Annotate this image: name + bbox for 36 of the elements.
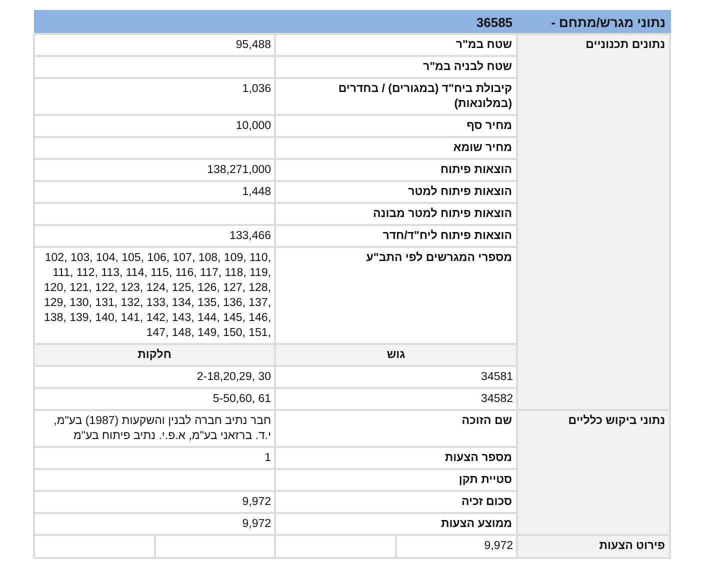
field-label: סכום זכיה (275, 491, 518, 513)
field-value: 9,972 (34, 513, 276, 535)
field-value: חבר נתיב חברה לבנין והשקעות (1987) בע"מ, י.ד. ברזאני בע"מ, א.פ.י. נתיב פיתוח בע"מ (34, 410, 276, 447)
field-label: ממוצע הצעות (275, 513, 518, 535)
column-header: גוש (275, 344, 518, 366)
field-value: 1,036 (34, 78, 276, 115)
column-header: חלקות (34, 344, 276, 366)
field-value: 133,466 (34, 225, 276, 247)
field-label: הוצאות פיתוח (275, 159, 518, 181)
field-label: שטח לבניה במ"ר (275, 56, 518, 78)
field-value: 1 (34, 447, 276, 469)
field-label: מספר הצעות (275, 447, 518, 469)
field-value: 1,448 (34, 181, 276, 203)
field-label: הוצאות פיתוח למטר מבונה (275, 203, 518, 225)
field-label: מחיר סף (275, 115, 518, 137)
table-cell: 9,972 (396, 535, 518, 558)
table-cell: 34582 (275, 388, 518, 410)
field-label: שטח במ"ר (275, 34, 518, 56)
header-title: נתוני מגרש/מתחם - (517, 10, 670, 34)
field-label: סטיית תקן (275, 469, 518, 491)
header-number: 36585 (34, 10, 518, 34)
table-cell: 34581 (275, 366, 518, 388)
field-label: שם הזוכה (275, 410, 518, 447)
field-label: קיבולת ביח"ד (במגורים) / בחדרים (במלונאות) (275, 78, 518, 115)
section-title: פירוט הצעות (517, 535, 670, 558)
section-title: נתוני ביקוש כלליים (517, 410, 670, 535)
field-value: 95,488 (34, 34, 276, 56)
table-cell: 5-50,60, 61 (34, 388, 276, 410)
field-value: 10,000 (34, 115, 276, 137)
field-label: הוצאות פיתוח ליח"ד/חדר (275, 225, 518, 247)
field-value: 138,271,000 (34, 159, 276, 181)
field-label: הוצאות פיתוח למטר (275, 181, 518, 203)
section-title: נתונים תכנוניים (517, 34, 670, 410)
field-value: 9,972 (34, 491, 276, 513)
field-label: מחיר שומא (275, 137, 518, 159)
table-cell: 2-18,20,29, 30 (34, 366, 276, 388)
